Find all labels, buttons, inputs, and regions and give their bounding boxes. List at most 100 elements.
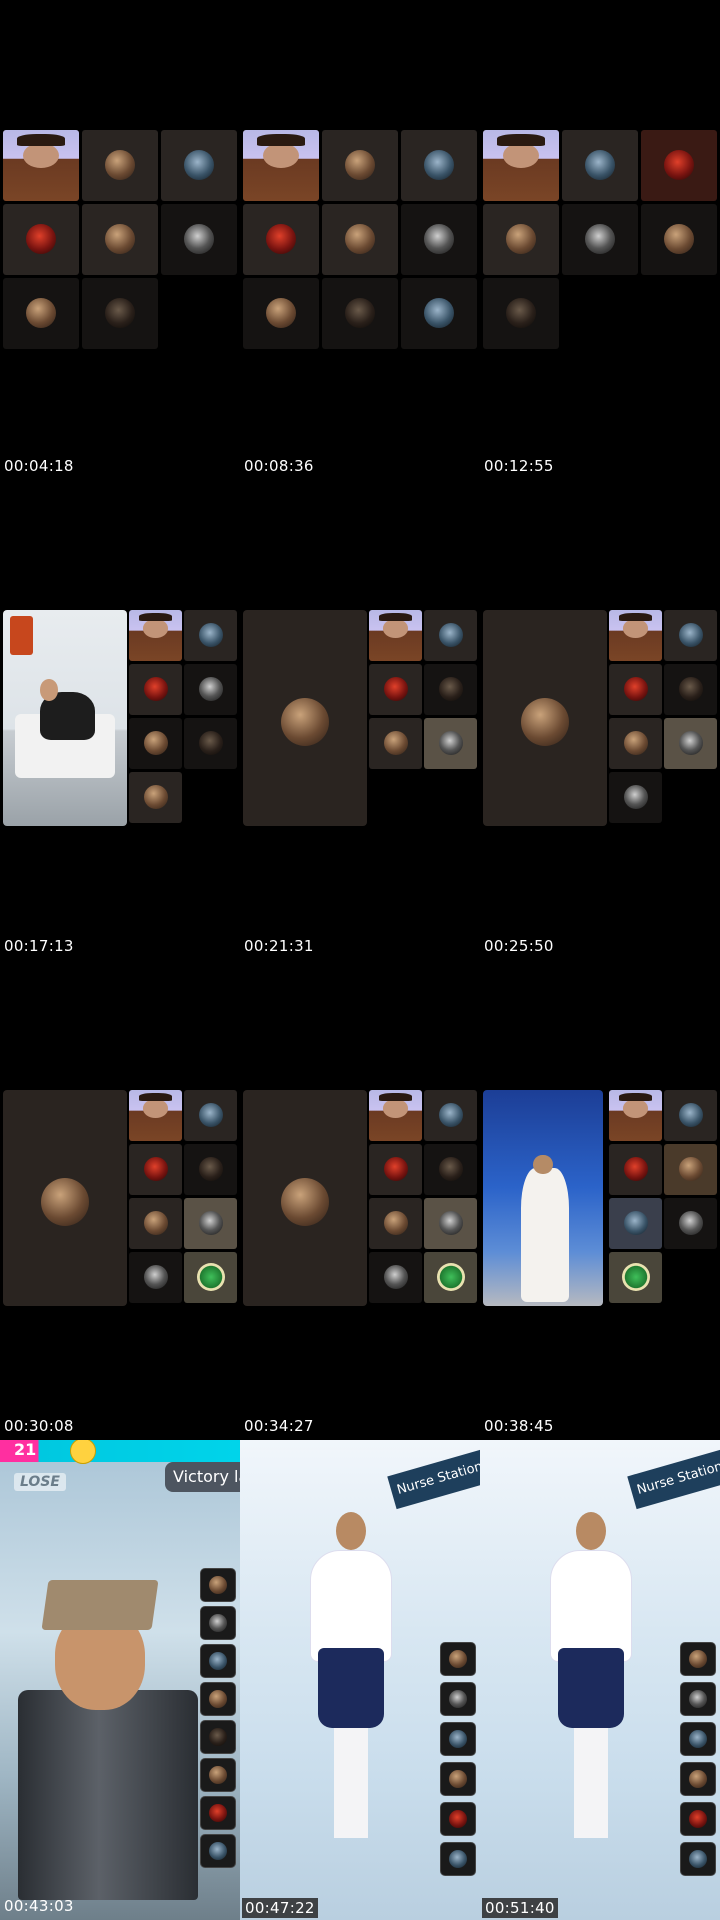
participant-tile[interactable] bbox=[424, 1198, 477, 1249]
participant-tile[interactable] bbox=[129, 1252, 182, 1303]
participant-thumb[interactable] bbox=[680, 1682, 716, 1716]
participant-tile[interactable] bbox=[401, 130, 477, 201]
participant-tile[interactable] bbox=[609, 1144, 662, 1195]
participant-tile[interactable] bbox=[3, 130, 79, 201]
participant-thumb[interactable] bbox=[200, 1834, 236, 1868]
participant-thumb[interactable] bbox=[680, 1722, 716, 1756]
participant-thumb[interactable] bbox=[680, 1642, 716, 1676]
main-video-hospital[interactable] bbox=[3, 610, 127, 826]
participant-thumb[interactable] bbox=[680, 1762, 716, 1796]
participant-tile[interactable] bbox=[424, 1144, 477, 1195]
participant-tile[interactable] bbox=[641, 204, 717, 275]
participant-tile[interactable] bbox=[369, 1198, 422, 1249]
participant-tile[interactable] bbox=[3, 278, 79, 349]
participant-thumb[interactable] bbox=[440, 1802, 476, 1836]
participant-tile[interactable] bbox=[424, 718, 477, 769]
participant-tile[interactable] bbox=[129, 610, 182, 661]
participant-tile[interactable] bbox=[161, 204, 237, 275]
participant-tile[interactable] bbox=[369, 1090, 422, 1141]
participant-thumb[interactable] bbox=[200, 1796, 236, 1830]
participant-tile[interactable] bbox=[322, 130, 398, 201]
participant-tile[interactable] bbox=[369, 610, 422, 661]
participant-tile[interactable] bbox=[401, 278, 477, 349]
participant-tile[interactable] bbox=[129, 1090, 182, 1141]
participant-tile[interactable] bbox=[424, 1252, 477, 1303]
participant-thumb[interactable] bbox=[200, 1682, 236, 1716]
participant-tile[interactable] bbox=[129, 1144, 182, 1195]
participant-tile[interactable] bbox=[3, 204, 79, 275]
participant-tile[interactable] bbox=[609, 610, 662, 661]
participant-tile[interactable] bbox=[184, 1144, 237, 1195]
participant-tile[interactable] bbox=[82, 204, 158, 275]
participant-tile[interactable] bbox=[424, 664, 477, 715]
participant-tile[interactable] bbox=[424, 1090, 477, 1141]
participant-tile[interactable] bbox=[243, 278, 319, 349]
avatar bbox=[384, 1157, 408, 1181]
participant-tile[interactable] bbox=[609, 1198, 662, 1249]
participant-tile[interactable] bbox=[664, 1144, 717, 1195]
main-video-speaker[interactable] bbox=[243, 1090, 367, 1306]
participant-thumb[interactable] bbox=[200, 1606, 236, 1640]
participant-tile[interactable] bbox=[609, 1252, 662, 1303]
participant-tile[interactable] bbox=[401, 204, 477, 275]
participant-thumb[interactable] bbox=[200, 1720, 236, 1754]
avatar bbox=[209, 1690, 227, 1708]
participant-tile[interactable] bbox=[129, 1198, 182, 1249]
participant-thumb[interactable] bbox=[440, 1762, 476, 1796]
timestamp: 00:17:13 bbox=[4, 937, 74, 955]
participant-tile[interactable] bbox=[369, 664, 422, 715]
participant-tile[interactable] bbox=[129, 772, 182, 823]
participant-tile[interactable] bbox=[243, 130, 319, 201]
participant-thumb[interactable] bbox=[440, 1722, 476, 1756]
avatar bbox=[624, 785, 648, 809]
participant-tile[interactable] bbox=[609, 1090, 662, 1141]
participant-tile[interactable] bbox=[161, 130, 237, 201]
avatar bbox=[384, 677, 408, 701]
participant-tile[interactable] bbox=[322, 278, 398, 349]
main-video-aquarium[interactable] bbox=[483, 1090, 603, 1306]
participant-tile[interactable] bbox=[424, 610, 477, 661]
participant-thumb[interactable] bbox=[200, 1568, 236, 1602]
participant-tile[interactable] bbox=[664, 718, 717, 769]
participant-tile[interactable] bbox=[243, 204, 319, 275]
participant-tile[interactable] bbox=[483, 278, 559, 349]
participant-tile[interactable] bbox=[184, 610, 237, 661]
participant-tile[interactable] bbox=[562, 204, 638, 275]
participant-tile[interactable] bbox=[129, 664, 182, 715]
participant-tile[interactable] bbox=[184, 1198, 237, 1249]
participant-tile[interactable] bbox=[664, 1198, 717, 1249]
participant-tile[interactable] bbox=[641, 130, 717, 201]
participant-tile[interactable] bbox=[184, 664, 237, 715]
participant-thumb[interactable] bbox=[440, 1642, 476, 1676]
participant-tile[interactable] bbox=[82, 278, 158, 349]
participant-tile[interactable] bbox=[664, 664, 717, 715]
participant-thumb[interactable] bbox=[200, 1644, 236, 1678]
participant-tile[interactable] bbox=[664, 1090, 717, 1141]
participant-tile[interactable] bbox=[369, 1144, 422, 1195]
participant-thumb[interactable] bbox=[200, 1758, 236, 1792]
participant-thumb[interactable] bbox=[440, 1842, 476, 1876]
participant-thumb[interactable] bbox=[680, 1802, 716, 1836]
participant-tile[interactable] bbox=[82, 130, 158, 201]
participant-tile[interactable] bbox=[483, 204, 559, 275]
participant-tile[interactable] bbox=[322, 204, 398, 275]
participant-thumb[interactable] bbox=[440, 1682, 476, 1716]
participant-thumb[interactable] bbox=[680, 1842, 716, 1876]
participant-tile[interactable] bbox=[609, 664, 662, 715]
participant-tile[interactable] bbox=[609, 718, 662, 769]
participant-tile[interactable] bbox=[184, 718, 237, 769]
timestamp: 00:30:08 bbox=[4, 1417, 74, 1435]
participant-tile[interactable] bbox=[184, 1090, 237, 1141]
participant-tile[interactable] bbox=[129, 718, 182, 769]
participant-tile[interactable] bbox=[483, 130, 559, 201]
participant-tile[interactable] bbox=[369, 718, 422, 769]
main-video-speaker[interactable] bbox=[243, 610, 367, 826]
participant-tile[interactable] bbox=[664, 610, 717, 661]
participant-tile[interactable] bbox=[562, 130, 638, 201]
main-video-speaker[interactable] bbox=[3, 1090, 127, 1306]
participant-tile[interactable] bbox=[184, 1252, 237, 1303]
participant-tile[interactable] bbox=[369, 1252, 422, 1303]
frame-10: 21 LOSE Victory la 00:43:03 bbox=[0, 1440, 240, 1920]
participant-tile[interactable] bbox=[609, 772, 662, 823]
main-video-speaker[interactable] bbox=[483, 610, 607, 826]
